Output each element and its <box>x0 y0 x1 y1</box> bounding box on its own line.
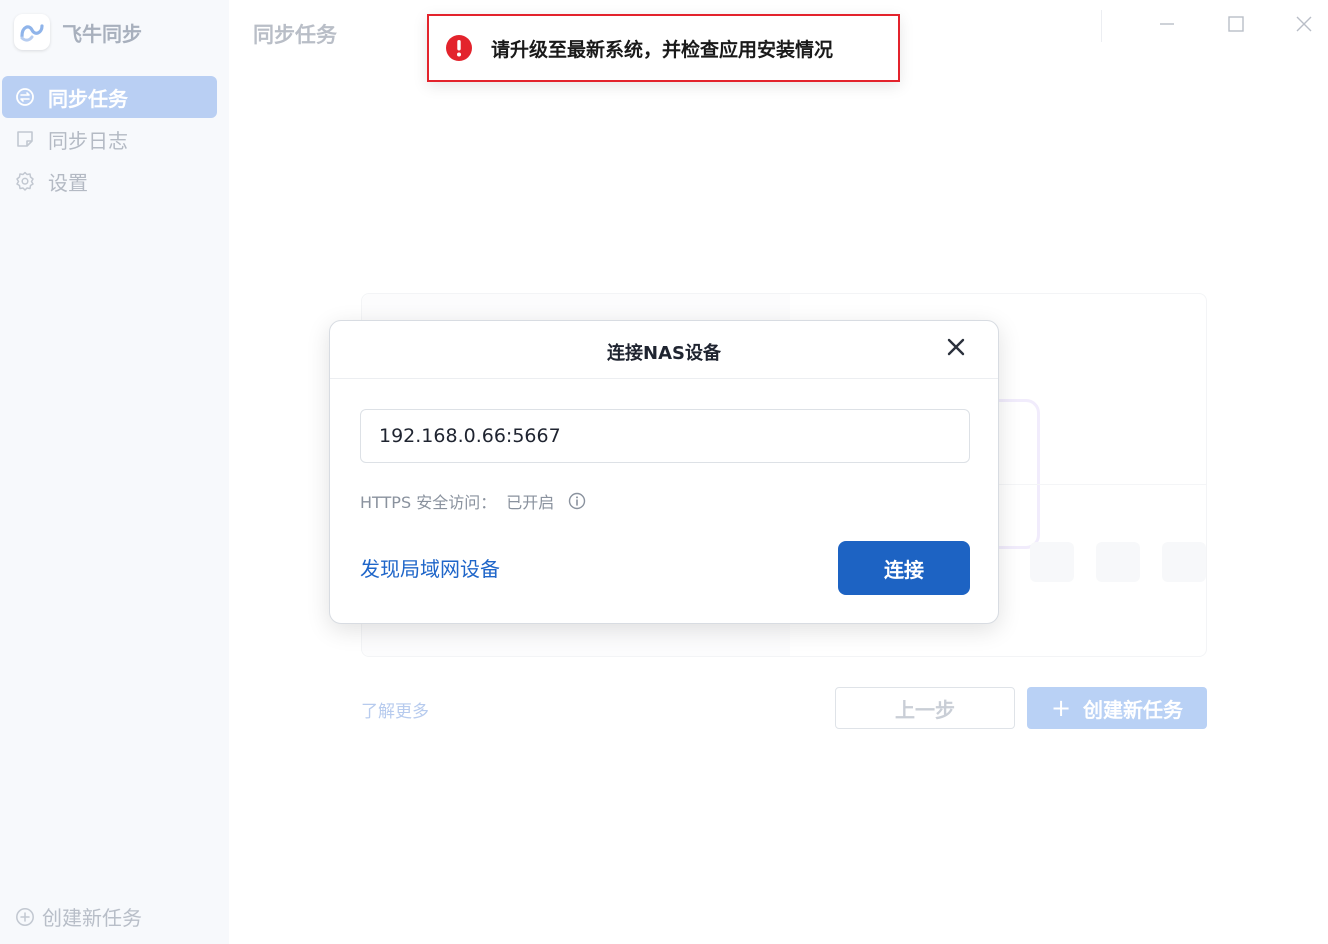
learn-more-link[interactable]: 了解更多 <box>361 697 429 722</box>
https-status-value: 已开启 <box>506 493 555 512</box>
preview-tile <box>1030 542 1074 582</box>
create-task-label: 创建新任务 <box>42 906 142 930</box>
error-toast: 请升级至最新系统，并检查应用安装情况 <box>427 14 900 82</box>
sidebar-item-label: 同步日志 <box>48 128 128 153</box>
https-label: HTTPS 安全访问： <box>360 493 497 512</box>
nas-address-input[interactable] <box>360 409 970 463</box>
sidebar-item-label: 同步任务 <box>48 86 128 111</box>
sidebar-item-sync-tasks[interactable]: 同步任务 <box>2 76 217 118</box>
sidebar-nav: 同步任务 同步日志 设置 <box>2 76 217 202</box>
create-task-button[interactable]: + 创建新任务 <box>1027 687 1207 729</box>
preview-tile <box>1096 542 1140 582</box>
feiniu-logo-icon <box>14 14 50 50</box>
maximize-icon <box>1227 15 1245 37</box>
sidebar: 飞牛同步 同步任务 同步日志 设置 创建新任务 <box>0 0 229 944</box>
sidebar-item-label: 设置 <box>48 170 88 195</box>
sidebar-create-task-button[interactable]: 创建新任务 <box>14 902 142 931</box>
dialog-header: 连接NAS设备 <box>330 321 998 379</box>
preview-tile <box>1162 542 1206 582</box>
close-icon <box>1295 15 1313 37</box>
close-icon <box>947 338 965 360</box>
log-icon <box>14 128 36 150</box>
plus-icon: + <box>1050 694 1072 722</box>
page-title: 同步任务 <box>253 23 337 47</box>
app-header: 飞牛同步 <box>14 14 142 50</box>
minimize-button[interactable] <box>1153 12 1181 40</box>
window-controls-divider <box>1101 10 1102 42</box>
maximize-button[interactable] <box>1222 12 1250 40</box>
toast-message: 请升级至最新系统，并检查应用安装情况 <box>491 38 834 61</box>
https-status-row: HTTPS 安全访问： 已开启 <box>360 489 586 513</box>
gear-icon <box>14 170 36 192</box>
app-name: 飞牛同步 <box>62 21 142 46</box>
create-task-button-label: 创建新任务 <box>1083 697 1184 722</box>
connect-nas-dialog: 连接NAS设备 HTTPS 安全访问： 已开启 发现局域网设备 连接 <box>329 320 999 624</box>
connect-button[interactable]: 连接 <box>838 541 970 595</box>
info-icon[interactable] <box>568 492 586 510</box>
sidebar-item-settings[interactable]: 设置 <box>2 160 217 202</box>
sidebar-item-sync-log[interactable]: 同步日志 <box>2 118 217 160</box>
dialog-title: 连接NAS设备 <box>607 343 721 364</box>
sync-task-icon <box>14 86 36 108</box>
previous-step-button[interactable]: 上一步 <box>835 687 1015 729</box>
discover-lan-devices-link[interactable]: 发现局域网设备 <box>360 553 500 582</box>
error-icon <box>445 34 473 62</box>
window-close-button[interactable] <box>1290 12 1318 40</box>
plus-circle-icon <box>14 906 36 928</box>
minimize-icon <box>1158 15 1176 37</box>
dialog-close-button[interactable] <box>944 337 968 361</box>
